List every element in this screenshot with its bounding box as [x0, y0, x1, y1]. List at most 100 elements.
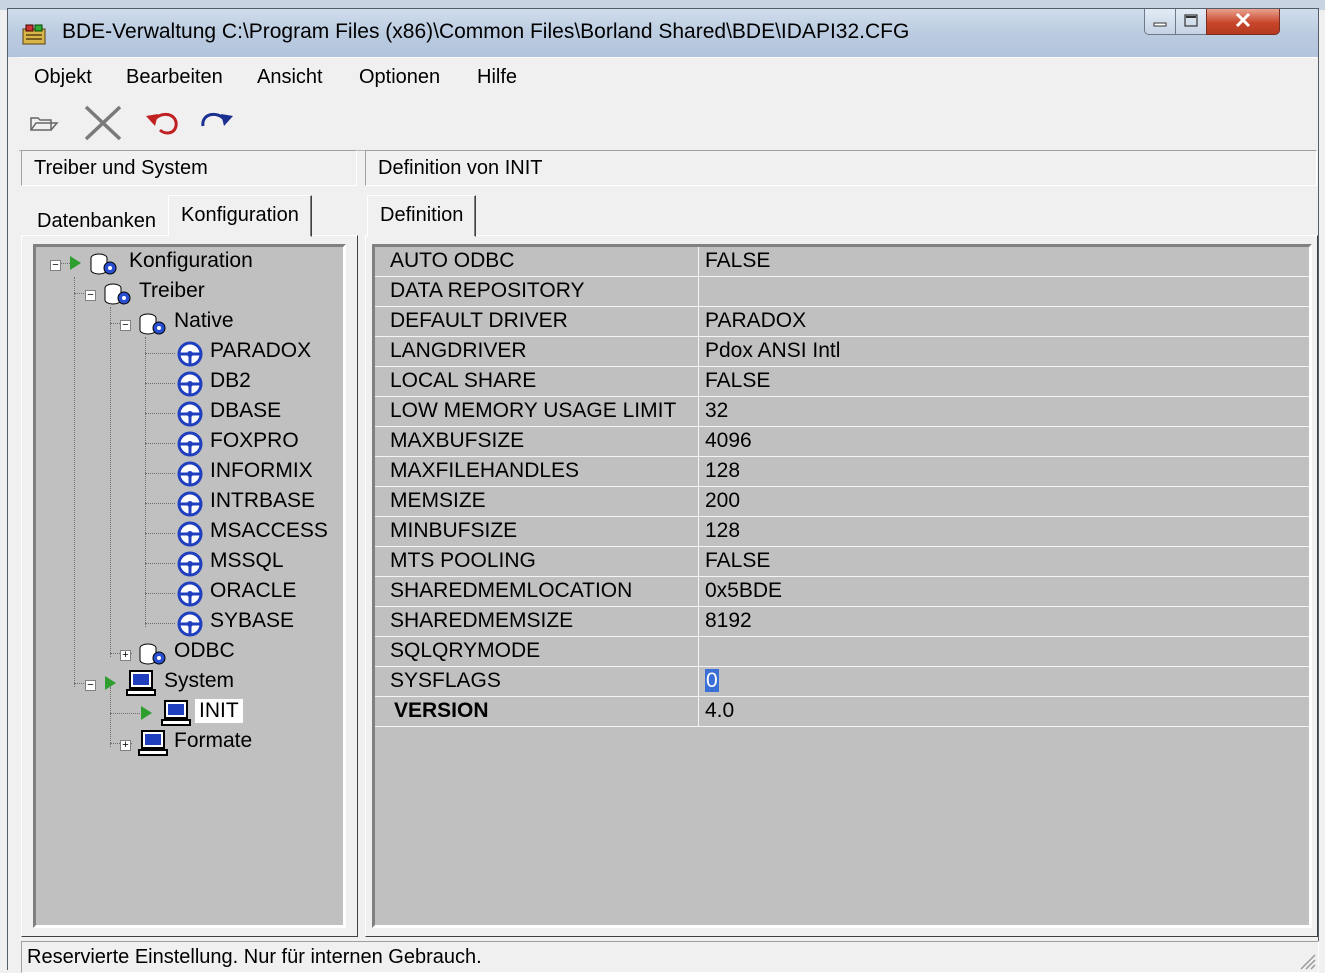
tree-node-paradox[interactable]: PARADOX [36, 339, 336, 367]
tree-node-msaccess[interactable]: MSACCESS [36, 519, 336, 547]
property-value[interactable]: 200 [705, 489, 740, 513]
property-row[interactable]: MAXBUFSIZE 4096 [375, 427, 1309, 457]
expand-arrow-icon [105, 676, 116, 690]
resize-grip-icon[interactable] [1298, 952, 1316, 970]
delete-x-icon[interactable] [82, 104, 124, 142]
minimize-button[interactable] [1144, 9, 1176, 35]
driver-wheel-icon [177, 401, 203, 427]
property-name: VERSION [394, 699, 489, 722]
property-row[interactable]: SQLQRYMODE [375, 637, 1309, 667]
property-value[interactable]: 128 [705, 519, 740, 543]
tree-label: Formate [174, 729, 253, 752]
tree-node-konfiguration[interactable]: − Konfiguration [36, 249, 336, 277]
property-row[interactable]: LOW MEMORY USAGE LIMIT 32 [375, 397, 1309, 427]
toolbar [19, 98, 1317, 151]
property-name: LANGDRIVER [390, 339, 527, 362]
property-value[interactable]: 128 [705, 459, 740, 483]
title-bar[interactable]: BDE-Verwaltung C:\Program Files (x86)\Co… [8, 9, 1318, 57]
close-button[interactable] [1206, 9, 1280, 35]
property-value-editor[interactable]: 0 [705, 669, 719, 693]
property-row[interactable]: MAXFILEHANDLES 128 [375, 457, 1309, 487]
close-icon [1235, 12, 1251, 28]
tab-definition[interactable]: Definition [367, 195, 477, 237]
expand-arrow-icon [70, 256, 81, 270]
property-row[interactable]: DEFAULT DRIVER PARADOX [375, 307, 1309, 337]
property-value[interactable]: PARADOX [705, 309, 806, 333]
menu-ansicht[interactable]: Ansicht [257, 66, 323, 89]
property-row[interactable]: SHAREDMEMSIZE 8192 [375, 607, 1309, 637]
property-name: DEFAULT DRIVER [390, 309, 568, 332]
maximize-icon [1184, 14, 1198, 27]
undo-icon[interactable] [144, 110, 184, 138]
menu-optionen[interactable]: Optionen [359, 66, 440, 89]
tree-node-odbc[interactable]: + ODBC [36, 639, 336, 667]
driver-wheel-icon [177, 521, 203, 547]
driver-wheel-icon [177, 461, 203, 487]
property-value[interactable]: 4.0 [705, 699, 734, 723]
property-row[interactable]: SHAREDMEMLOCATION 0x5BDE [375, 577, 1309, 607]
tree-node-mssql[interactable]: MSSQL [36, 549, 336, 577]
property-row[interactable]: MEMSIZE 200 [375, 487, 1309, 517]
tree-node-db2[interactable]: DB2 [36, 369, 336, 397]
redo-icon[interactable] [195, 110, 235, 138]
tree-node-oracle[interactable]: ORACLE [36, 579, 336, 607]
tree-label: DBASE [210, 399, 282, 422]
database-config-icon [90, 253, 117, 275]
collapse-icon[interactable]: − [85, 290, 96, 301]
tree-label: INFORMIX [210, 459, 313, 482]
property-name: MAXBUFSIZE [390, 429, 525, 452]
open-folder-icon[interactable] [29, 112, 59, 136]
property-value[interactable]: 4096 [705, 429, 752, 453]
property-value[interactable]: 0x5BDE [705, 579, 782, 603]
config-tree[interactable]: − Konfiguration − Treiber − Native PARAD… [33, 244, 346, 928]
driver-wheel-icon [177, 551, 203, 577]
collapse-icon[interactable]: − [120, 320, 131, 331]
property-row[interactable]: DATA REPOSITORY [375, 277, 1309, 307]
collapse-icon[interactable]: − [50, 260, 61, 271]
tree-node-dbase[interactable]: DBASE [36, 399, 336, 427]
property-value[interactable]: FALSE [705, 549, 770, 573]
tree-label: ORACLE [210, 579, 297, 602]
driver-wheel-icon [177, 341, 203, 367]
menu-bar: Objekt Bearbeiten Ansicht Optionen Hilfe [19, 57, 1317, 99]
maximize-button[interactable] [1175, 9, 1207, 35]
status-text: Reservierte Einstellung. Nur für interne… [27, 946, 482, 968]
tree-node-intrbase[interactable]: INTRBASE [36, 489, 336, 517]
menu-bearbeiten[interactable]: Bearbeiten [126, 66, 223, 89]
tree-node-informix[interactable]: INFORMIX [36, 459, 336, 487]
expand-arrow-icon [141, 706, 152, 720]
tree-node-init[interactable]: INIT [36, 699, 336, 727]
property-value[interactable]: FALSE [705, 249, 770, 273]
property-value[interactable]: 8192 [705, 609, 752, 633]
property-row[interactable]: MINBUFSIZE 128 [375, 517, 1309, 547]
tree-node-formate[interactable]: + Formate [36, 729, 336, 757]
tree-node-system[interactable]: − System [36, 669, 336, 697]
collapse-icon[interactable]: − [85, 680, 96, 691]
tree-node-treiber[interactable]: − Treiber [36, 279, 336, 307]
expand-icon[interactable]: + [120, 740, 131, 751]
property-value-selected[interactable]: 0 [705, 669, 719, 692]
property-row[interactable]: LOCAL SHARE FALSE [375, 367, 1309, 397]
tree-node-foxpro[interactable]: FOXPRO [36, 429, 336, 457]
menu-objekt[interactable]: Objekt [34, 66, 92, 89]
property-row[interactable]: AUTO ODBC FALSE [375, 247, 1309, 277]
property-row[interactable]: SYSFLAGS 0 [375, 667, 1309, 697]
property-value[interactable]: Pdox ANSI Intl [705, 339, 840, 363]
menu-hilfe[interactable]: Hilfe [477, 66, 517, 89]
property-row[interactable]: VERSION 4.0 [375, 697, 1309, 727]
property-row[interactable]: LANGDRIVER Pdox ANSI Intl [375, 337, 1309, 367]
property-value[interactable]: 32 [705, 399, 728, 423]
property-name: LOW MEMORY USAGE LIMIT [390, 399, 677, 422]
property-name: MEMSIZE [390, 489, 486, 512]
property-row[interactable]: MTS POOLING FALSE [375, 547, 1309, 577]
property-value[interactable]: FALSE [705, 369, 770, 393]
tree-label: MSSQL [210, 549, 284, 572]
tree-node-sybase[interactable]: SYBASE [36, 609, 336, 637]
tree-node-native[interactable]: − Native [36, 309, 336, 337]
tree-label: MSACCESS [210, 519, 328, 542]
computer-icon [161, 700, 191, 726]
tab-konfiguration[interactable]: Konfiguration [168, 195, 312, 237]
expand-icon[interactable]: + [120, 650, 131, 661]
tree-label: Treiber [139, 279, 205, 302]
tab-datenbanken[interactable]: Datenbanken [25, 202, 166, 236]
